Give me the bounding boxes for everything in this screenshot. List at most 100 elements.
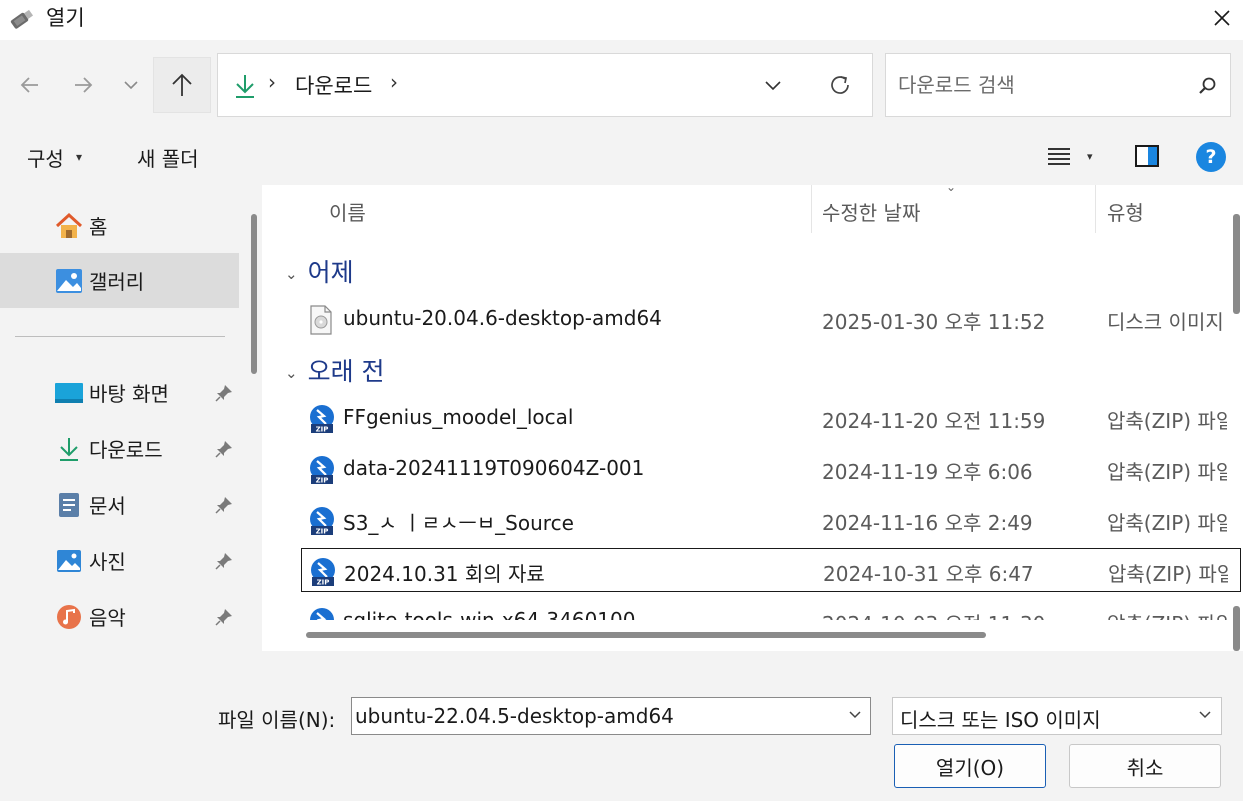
sidebar-item-label: 갤러리 [89, 270, 145, 294]
filename-label: 파일 이름(N): [218, 708, 336, 732]
cancel-button[interactable]: 취소 [1069, 744, 1221, 788]
svg-text:ZIP: ZIP [316, 477, 329, 485]
organize-button[interactable]: 구성 [27, 143, 64, 172]
new-folder-button[interactable]: 새 폴더 [137, 143, 199, 172]
close-icon [1213, 10, 1230, 26]
column-divider[interactable] [1095, 185, 1096, 233]
file-name: ubuntu-20.04.6-desktop-amd64 [343, 306, 662, 330]
file-type: 압축(ZIP) 파일 [1107, 511, 1227, 535]
table-row[interactable]: ZIP 2024.10.31 회의 자료 2024-10-31 오후 6:47 … [301, 548, 1241, 592]
arrow-right-icon [75, 77, 93, 93]
column-header-name[interactable]: 이름 [329, 197, 366, 226]
group-label: 오래 전 [307, 357, 385, 386]
file-date: 2024-11-20 오전 11:59 [822, 409, 1046, 433]
sidebar-scrollbar-thumb[interactable] [251, 214, 257, 374]
file-name: data-20241119T090604Z-001 [343, 456, 645, 480]
organize-caret-icon[interactable]: ▾ [76, 150, 82, 164]
download-icon [54, 434, 84, 464]
breadcrumb-downloads[interactable]: 다운로드 [295, 70, 372, 100]
file-date: 2024-11-19 오후 6:06 [822, 460, 1033, 484]
music-icon [54, 602, 84, 632]
forward-button[interactable] [64, 60, 102, 110]
sidebar-item-downloads[interactable]: 다운로드 [0, 421, 239, 476]
file-date: 2024-11-16 오후 2:49 [822, 511, 1033, 535]
pin-icon[interactable] [214, 495, 234, 515]
breadcrumb-separator[interactable]: › [268, 70, 276, 94]
pin-icon[interactable] [214, 383, 234, 403]
picture-icon [54, 546, 84, 576]
filename-input[interactable] [355, 701, 835, 731]
file-type: 압축(ZIP) 파일 [1108, 562, 1228, 586]
preview-pane-button[interactable] [1134, 143, 1160, 169]
group-label: 어제 [307, 258, 354, 287]
sidebar-item-label: 바탕 화면 [89, 382, 169, 406]
table-row[interactable]: ZIP FFgenius_moodel_local 2024-11-20 오전 … [301, 396, 1241, 442]
column-header-date[interactable]: 수정한 날짜 [822, 197, 920, 226]
close-button[interactable] [1200, 0, 1243, 36]
file-type: 압축(ZIP) 파일 [1107, 409, 1227, 433]
list-view-icon [1048, 148, 1070, 165]
pin-icon[interactable] [214, 439, 234, 459]
breadcrumb-separator[interactable]: › [390, 70, 398, 94]
vertical-scrollbar-thumb-lower[interactable] [1233, 606, 1240, 651]
file-type: 압축(ZIP) 파일 [1107, 460, 1227, 484]
file-name: FFgenius_moodel_local [343, 405, 574, 429]
file-date: 2025-01-30 오후 11:52 [822, 310, 1046, 334]
disc-image-icon [308, 305, 336, 335]
table-row[interactable]: ZIP S3_ㅅ ㅣㄹㅅㅡㅂ_Source 2024-11-16 오후 2:49… [301, 498, 1241, 544]
desktop-icon [54, 378, 84, 408]
search-input[interactable] [898, 68, 1178, 102]
address-history-button[interactable] [758, 70, 788, 100]
refresh-icon [831, 76, 849, 94]
chevron-down-icon [1199, 711, 1211, 719]
sidebar-item-home[interactable]: 홈 [0, 198, 239, 253]
sidebar-item-label: 문서 [89, 494, 126, 518]
chevron-down-icon [765, 81, 781, 91]
vertical-scrollbar-thumb[interactable] [1233, 214, 1240, 314]
open-button[interactable]: 열기(O) [894, 744, 1046, 788]
chevron-down-icon [124, 81, 138, 90]
group-header-yesterday[interactable]: ⌄ 어제 [285, 253, 354, 289]
file-date: 2024-10-31 오후 6:47 [823, 562, 1034, 586]
svg-text:ZIP: ZIP [317, 579, 330, 587]
column-divider[interactable] [811, 185, 812, 233]
horizontal-scrollbar-thumb[interactable] [306, 632, 986, 638]
sidebar-item-gallery[interactable]: 갤러리 [0, 253, 239, 308]
arrow-up-icon [172, 73, 192, 96]
window-title: 열기 [46, 6, 85, 30]
chevron-down-icon: ⌄ [285, 364, 298, 382]
sort-indicator-icon: ⌄ [946, 180, 957, 194]
sidebar-item-pictures[interactable]: 사진 [0, 533, 239, 588]
table-row[interactable]: ZIP data-20241119T090604Z-001 2024-11-19… [301, 447, 1241, 493]
gallery-icon [54, 266, 84, 296]
zip-icon: ZIP [308, 455, 336, 485]
pin-icon[interactable] [214, 607, 234, 627]
view-options-button[interactable] [1045, 144, 1073, 170]
sidebar-item-label: 음악 [89, 606, 126, 630]
filename-dropdown-button[interactable] [846, 706, 864, 724]
sidebar-item-documents[interactable]: 문서 [0, 477, 239, 532]
back-button[interactable] [11, 60, 49, 110]
table-row[interactable]: ubuntu-20.04.6-desktop-amd64 2025-01-30 … [301, 297, 1241, 343]
chevron-down-icon: ⌄ [285, 265, 298, 283]
file-type-filter-value[interactable]: 디스크 또는 ISO 이미지 [900, 704, 1101, 733]
column-header-type[interactable]: 유형 [1107, 197, 1144, 226]
search-icon[interactable] [1193, 72, 1221, 100]
file-name: 2024.10.31 회의 자료 [344, 562, 545, 586]
recent-locations-button[interactable] [115, 60, 147, 110]
sidebar-item-label: 사진 [89, 550, 126, 574]
group-header-older[interactable]: ⌄ 오래 전 [285, 352, 385, 388]
chevron-down-icon [849, 711, 861, 719]
home-icon [54, 211, 84, 241]
refresh-button[interactable] [824, 68, 856, 102]
up-button[interactable] [153, 57, 211, 113]
filter-dropdown-button[interactable] [1196, 706, 1214, 724]
help-button[interactable]: ? [1196, 142, 1226, 172]
pin-icon[interactable] [214, 551, 234, 571]
sidebar-item-label: 다운로드 [89, 438, 163, 462]
sidebar-item-desktop[interactable]: 바탕 화면 [0, 365, 239, 420]
usb-drive-icon [8, 6, 36, 32]
view-caret-icon[interactable]: ▾ [1087, 150, 1093, 163]
zip-icon: ZIP [308, 404, 336, 434]
sidebar-item-music[interactable]: 음악 [0, 589, 239, 644]
